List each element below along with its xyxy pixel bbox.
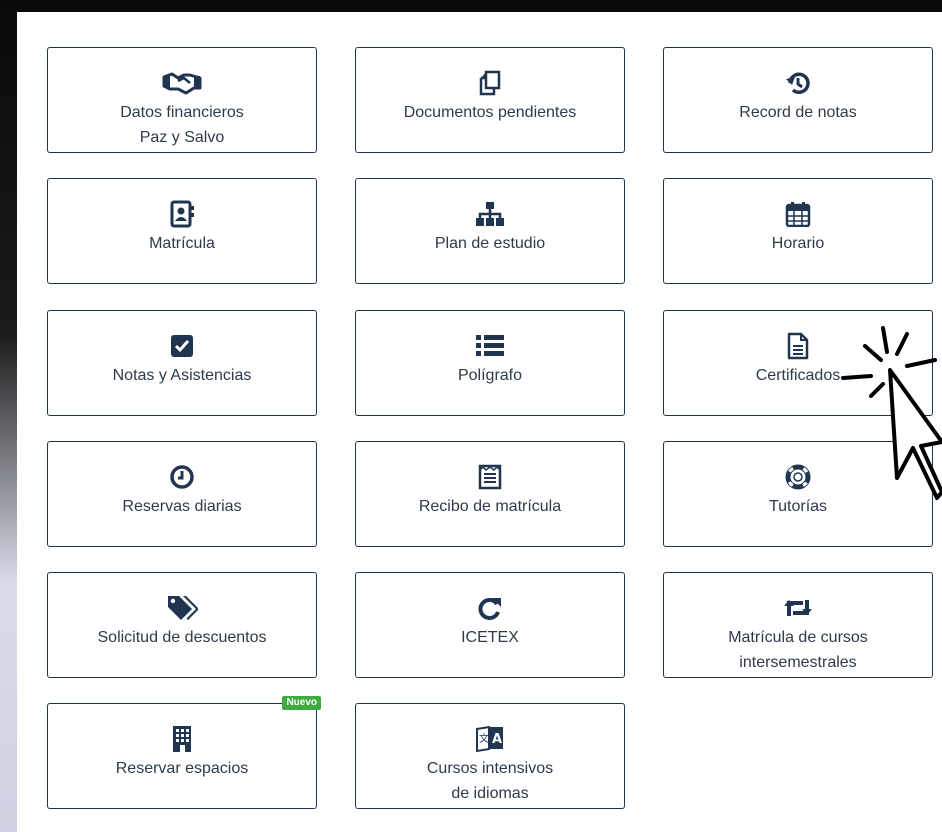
tile-label: Solicitud de descuentos (97, 629, 267, 646)
calendar-icon (785, 201, 811, 227)
newspaper-icon (477, 464, 503, 490)
tile-label: Horario (771, 235, 825, 252)
tile-solicitud-descuentos[interactable]: Solicitud de descuentos (47, 572, 317, 678)
history-icon (785, 70, 811, 96)
tile-label: Matrícula (149, 235, 215, 252)
handshake-icon (162, 70, 202, 96)
check-square-icon (169, 333, 195, 359)
tile-label: Datos financieros Paz y Salvo (120, 104, 244, 146)
list-icon (475, 333, 505, 359)
svg-text:文: 文 (479, 732, 489, 745)
tile-label: Reservar espacios (115, 760, 249, 777)
tile-label: Documentos pendientes (403, 104, 577, 121)
tile-label: Recibo de matrícula (418, 498, 562, 515)
sitemap-icon (476, 201, 504, 227)
tile-label: Matrícula de cursos intersemestrales (728, 629, 868, 671)
tile-label: Plan de estudio (434, 235, 546, 252)
tile-label: Notas y Asistencias (112, 367, 252, 384)
tile-plan-estudio[interactable]: Plan de estudio (355, 178, 625, 284)
tile-horario[interactable]: Horario (663, 178, 933, 284)
redo-icon (477, 595, 503, 621)
tile-documentos-pendientes[interactable]: Documentos pendientes (355, 47, 625, 153)
life-ring-icon (785, 464, 811, 490)
file-text-icon (787, 332, 809, 360)
copy-icon (477, 70, 503, 96)
tile-recibo-matricula[interactable]: Recibo de matrícula (355, 441, 625, 547)
tile-cursos-intersemestrales[interactable]: Matrícula de cursos intersemestrales (663, 572, 933, 678)
retweet-icon (783, 595, 813, 621)
tile-label: Certificados (755, 367, 841, 384)
building-icon (171, 726, 193, 752)
tile-notas-asistencias[interactable]: Notas y Asistencias (47, 310, 317, 416)
tile-record-notas[interactable]: Record de notas (663, 47, 933, 153)
tile-matricula[interactable]: Matrícula (47, 178, 317, 284)
tile-label: Record de notas (739, 104, 857, 121)
tile-datos-financieros[interactable]: Datos financieros Paz y Salvo (47, 47, 317, 153)
tile-label: Polígrafo (457, 367, 523, 384)
tile-icetex[interactable]: ICETEX (355, 572, 625, 678)
tile-reservas-diarias[interactable]: Reservas diarias (47, 441, 317, 547)
tile-label: Cursos intensivos de idiomas (426, 760, 554, 802)
clock-icon (169, 464, 195, 490)
svg-text:A: A (492, 732, 502, 747)
address-book-icon (169, 200, 195, 228)
tile-label: Tutorías (768, 498, 828, 515)
language-icon: 文A (475, 725, 505, 753)
new-badge: Nuevo (282, 696, 321, 710)
background-strip (0, 0, 17, 832)
tile-label: Reservas diarias (122, 498, 242, 515)
pointer-cursor-icon (841, 326, 942, 500)
tile-cursos-idiomas[interactable]: 文A Cursos intensivos de idiomas (355, 703, 625, 809)
tile-label: ICETEX (461, 629, 519, 646)
tile-poligrafo[interactable]: Polígrafo (355, 310, 625, 416)
tags-icon (166, 595, 198, 621)
tile-reservar-espacios[interactable]: Nuevo Reservar espacios (47, 696, 321, 809)
